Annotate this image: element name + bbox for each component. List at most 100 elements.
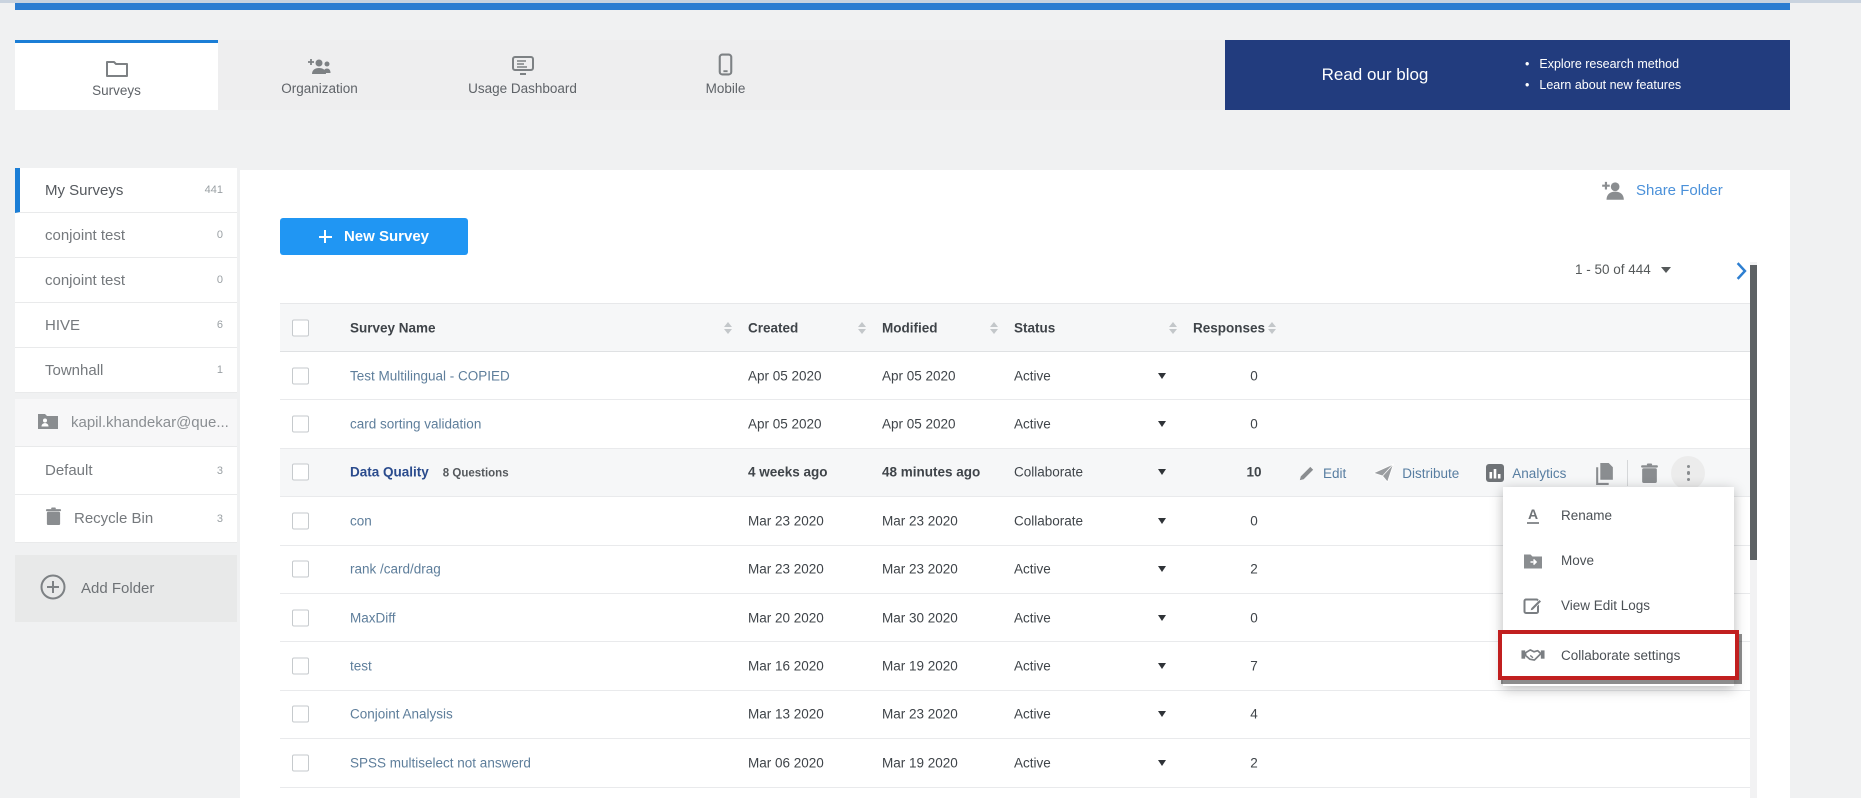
response-count: 0	[1204, 610, 1304, 625]
row-checkbox[interactable]	[292, 416, 309, 433]
sort-icon[interactable]	[1169, 322, 1177, 334]
select-all-checkbox[interactable]	[292, 320, 309, 337]
row-checkbox[interactable]	[292, 561, 309, 578]
status-caret-icon[interactable]	[1158, 373, 1166, 379]
distribute-button[interactable]: Distribute	[1372, 463, 1459, 483]
survey-name-link[interactable]: Test Multilingual - COPIED	[350, 368, 510, 383]
row-checkbox[interactable]	[292, 609, 309, 626]
menu-item-move[interactable]: Move	[1503, 538, 1734, 583]
folder-count: 3	[217, 513, 223, 525]
handshake-icon	[1521, 644, 1545, 666]
tab-surveys[interactable]: Surveys	[15, 40, 218, 110]
tab-label: Surveys	[92, 83, 141, 98]
status-dropdown[interactable]: Active	[1014, 368, 1051, 383]
sidebar-item-recycle-bin[interactable]: Recycle Bin3	[15, 495, 237, 543]
share-folder-button[interactable]: Share Folder	[1600, 180, 1723, 200]
dots-icon	[1687, 465, 1691, 469]
sidebar-item-kapil-khandekar-que[interactable]: kapil.khandekar@que...	[15, 399, 237, 447]
menu-item-collaborate-settings[interactable]: Collaborate settings	[1498, 630, 1739, 680]
bar-chart-icon	[1485, 463, 1505, 483]
pagination-dropdown[interactable]: 1 - 50 of 444	[1575, 262, 1671, 277]
table-header: Survey Name Created Modified Status Response…	[280, 303, 1750, 352]
tab-mobile[interactable]: Mobile	[624, 40, 827, 110]
menu-item-view-edit-logs[interactable]: View Edit Logs	[1503, 583, 1734, 628]
status-dropdown[interactable]: Active	[1014, 562, 1051, 577]
blog-banner: Read our blog Explore research method Le…	[1225, 40, 1790, 110]
status-dropdown[interactable]: Collaborate	[1014, 513, 1083, 528]
copy-button[interactable]	[1594, 462, 1615, 485]
row-checkbox[interactable]	[292, 367, 309, 384]
sidebar-item-hive[interactable]: HIVE6	[15, 303, 237, 348]
survey-name-link[interactable]: con	[350, 513, 372, 528]
add-folder-button[interactable]: Add Folder	[15, 555, 237, 622]
status-dropdown[interactable]: Active	[1014, 755, 1051, 770]
status-dropdown[interactable]: Active	[1014, 417, 1051, 432]
status-caret-icon[interactable]	[1158, 615, 1166, 621]
sort-icon[interactable]	[858, 322, 866, 334]
row-checkbox[interactable]	[292, 464, 309, 481]
column-header-responses[interactable]: Responses	[1193, 320, 1265, 335]
status-caret-icon[interactable]	[1158, 711, 1166, 717]
response-count: 0	[1204, 417, 1304, 432]
sidebar-item-townhall[interactable]: Townhall1	[15, 348, 237, 393]
folder-sidebar: My Surveys441conjoint test0conjoint test…	[15, 168, 237, 622]
add-folder-label: Add Folder	[81, 580, 154, 597]
banner-bullet: Explore research method	[1525, 54, 1681, 75]
tab-label: Usage Dashboard	[468, 81, 577, 96]
edit-logs-icon	[1521, 595, 1545, 617]
delete-button[interactable]	[1640, 463, 1659, 484]
status-dropdown[interactable]: Active	[1014, 659, 1051, 674]
survey-name-link[interactable]: MaxDiff	[350, 610, 396, 625]
modified-date: Mar 19 2020	[882, 659, 958, 674]
status-caret-icon[interactable]	[1158, 760, 1166, 766]
folder-count: 3	[217, 465, 223, 477]
modified-date: Apr 05 2020	[882, 368, 956, 383]
sort-icon[interactable]	[1268, 322, 1276, 334]
survey-name-link[interactable]: test	[350, 659, 372, 674]
menu-item-rename[interactable]: ARename	[1503, 493, 1734, 538]
status-caret-icon[interactable]	[1158, 663, 1166, 669]
column-header-status[interactable]: Status	[1014, 320, 1055, 335]
read-our-blog-link[interactable]: Read our blog	[1300, 65, 1450, 85]
action-label-distribute: Distribute	[1402, 466, 1459, 481]
more-options-button[interactable]	[1671, 456, 1705, 490]
survey-name-link[interactable]: Data Quality8 Questions	[350, 465, 509, 480]
sidebar-item-conjoint-test[interactable]: conjoint test0	[15, 258, 237, 303]
column-header-modified[interactable]: Modified	[882, 320, 938, 335]
row-checkbox[interactable]	[292, 754, 309, 771]
status-caret-icon[interactable]	[1158, 566, 1166, 572]
row-checkbox[interactable]	[292, 658, 309, 675]
row-checkbox[interactable]	[292, 512, 309, 529]
status-caret-icon[interactable]	[1158, 469, 1166, 475]
column-header-created[interactable]: Created	[748, 320, 798, 335]
modified-date: Mar 19 2020	[882, 755, 958, 770]
response-count: 2	[1204, 562, 1304, 577]
survey-name-link[interactable]: Conjoint Analysis	[350, 707, 453, 722]
status-caret-icon[interactable]	[1158, 421, 1166, 427]
status-dropdown[interactable]: Collaborate	[1014, 465, 1083, 480]
sort-icon[interactable]	[990, 322, 998, 334]
survey-name-link[interactable]: card sorting validation	[350, 417, 481, 432]
sort-icon[interactable]	[724, 322, 732, 334]
sidebar-item-my-surveys[interactable]: My Surveys441	[15, 168, 237, 213]
status-caret-icon[interactable]	[1158, 518, 1166, 524]
edit-button[interactable]: Edit	[1297, 464, 1346, 483]
share-folder-label: Share Folder	[1636, 182, 1723, 199]
status-dropdown[interactable]: Active	[1014, 610, 1051, 625]
context-menu: ARenameMoveView Edit LogsCollaborate set…	[1503, 487, 1734, 686]
sidebar-item-conjoint-test[interactable]: conjoint test0	[15, 213, 237, 258]
tab-organization[interactable]: Organization	[218, 40, 421, 110]
analytics-button[interactable]: Analytics	[1485, 463, 1566, 483]
new-survey-button[interactable]: New Survey	[280, 218, 468, 255]
survey-name-link[interactable]: SPSS multiselect not answerd	[350, 755, 531, 770]
column-header-survey-name[interactable]: Survey Name	[350, 320, 436, 335]
status-dropdown[interactable]: Active	[1014, 707, 1051, 722]
response-count: 0	[1204, 513, 1304, 528]
row-checkbox[interactable]	[292, 706, 309, 723]
modified-date: Apr 05 2020	[882, 417, 956, 432]
tab-usage-dashboard[interactable]: Usage Dashboard	[421, 40, 624, 110]
survey-name-link[interactable]: rank /card/drag	[350, 562, 441, 577]
sidebar-item-default[interactable]: Default3	[15, 447, 237, 495]
next-page-button[interactable]	[1735, 262, 1747, 285]
scrollbar-thumb[interactable]	[1750, 265, 1757, 560]
